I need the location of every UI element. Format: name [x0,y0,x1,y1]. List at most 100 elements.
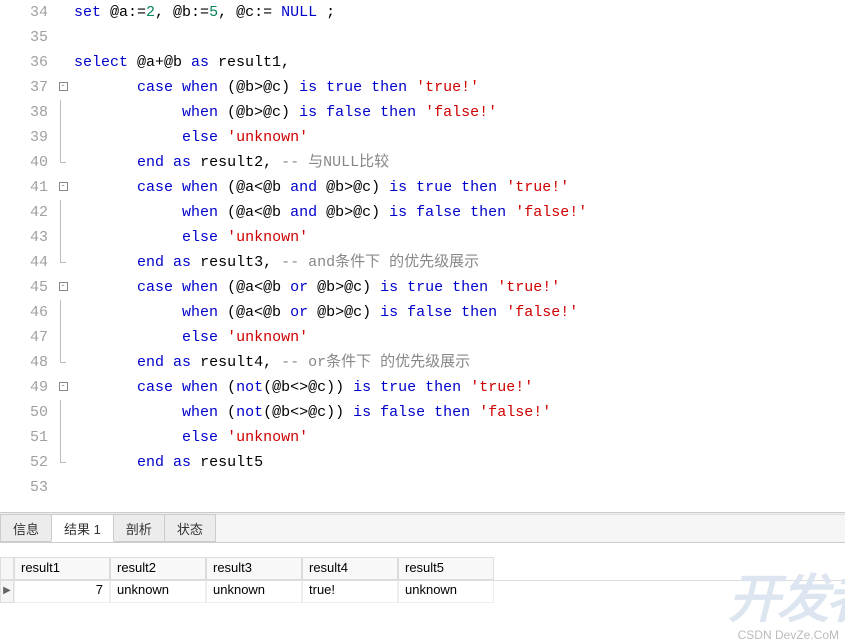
code-line[interactable]: 49- case when (not(@b<>@c)) is true then… [0,375,845,400]
code-line[interactable]: 47 else 'unknown' [0,325,845,350]
fold-gutter[interactable] [56,0,70,25]
fold-gutter[interactable] [56,250,70,275]
fold-gutter[interactable]: - [56,375,70,400]
line-number: 37 [0,75,56,100]
code-text[interactable]: end as result5 [70,450,263,475]
code-text[interactable]: when (not(@b<>@c)) is false then 'false!… [70,400,551,425]
code-text[interactable]: case when (@b>@c) is true then 'true!' [70,75,479,100]
col-header[interactable]: result2 [110,557,206,580]
code-line[interactable]: 51 else 'unknown' [0,425,845,450]
line-number: 53 [0,475,56,500]
tab-profile[interactable]: 剖析 [113,514,165,542]
code-text[interactable] [70,475,74,500]
code-line[interactable]: 44 end as result3, -- and条件下 的优先级展示 [0,250,845,275]
code-text[interactable]: end as result4, -- or条件下 的优先级展示 [70,350,470,375]
cell[interactable]: unknown [398,581,494,603]
fold-gutter[interactable] [56,450,70,475]
line-number: 36 [0,50,56,75]
code-text[interactable]: else 'unknown' [70,325,308,350]
cell[interactable]: 7 [14,581,110,603]
table-row[interactable]: ▶ 7 unknown unknown true! unknown [0,581,845,603]
fold-guide [60,200,61,225]
code-line[interactable]: 35 [0,25,845,50]
fold-guide [60,400,61,425]
fold-gutter[interactable] [56,150,70,175]
code-text[interactable]: else 'unknown' [70,125,308,150]
code-line[interactable]: 37- case when (@b>@c) is true then 'true… [0,75,845,100]
row-marker: ▶ [0,581,14,603]
fold-gutter[interactable] [56,400,70,425]
col-header[interactable]: result5 [398,557,494,580]
fold-gutter[interactable] [56,425,70,450]
code-line[interactable]: 34set @a:=2, @b:=5, @c:= NULL ; [0,0,845,25]
code-line[interactable]: 39 else 'unknown' [0,125,845,150]
fold-collapse-icon[interactable]: - [59,382,68,391]
fold-collapse-icon[interactable]: - [59,182,68,191]
code-text[interactable]: when (@a<@b and @b>@c) is false then 'fa… [70,200,587,225]
line-number: 43 [0,225,56,250]
fold-gutter[interactable]: - [56,275,70,300]
code-editor[interactable]: 34set @a:=2, @b:=5, @c:= NULL ;3536 selec… [0,0,845,512]
line-number: 52 [0,450,56,475]
cell[interactable]: unknown [206,581,302,603]
tab-info[interactable]: 信息 [0,514,52,542]
fold-collapse-icon[interactable]: - [59,82,68,91]
code-text[interactable]: end as result3, -- and条件下 的优先级展示 [70,250,479,275]
line-number: 38 [0,100,56,125]
code-line[interactable]: 43 else 'unknown' [0,225,845,250]
code-line[interactable]: 40 end as result2, -- 与NULL比较 [0,150,845,175]
code-line[interactable]: 41- case when (@a<@b and @b>@c) is true … [0,175,845,200]
code-text[interactable]: end as result2, -- 与NULL比较 [70,150,389,175]
code-line[interactable]: 38 when (@b>@c) is false then 'false!' [0,100,845,125]
line-number: 46 [0,300,56,325]
fold-gutter[interactable] [56,200,70,225]
col-header[interactable]: result1 [14,557,110,580]
line-number: 35 [0,25,56,50]
code-text[interactable]: set @a:=2, @b:=5, @c:= NULL ; [70,0,335,25]
code-text[interactable]: else 'unknown' [70,225,308,250]
fold-collapse-icon[interactable]: - [59,282,68,291]
code-line[interactable]: 45- case when (@a<@b or @b>@c) is true t… [0,275,845,300]
code-text[interactable]: select @a+@b as result1, [70,50,290,75]
fold-gutter[interactable] [56,50,70,75]
code-text[interactable]: case when (@a<@b or @b>@c) is true then … [70,275,560,300]
col-header[interactable]: result4 [302,557,398,580]
fold-guide [60,300,61,325]
fold-guide [60,125,61,150]
code-text[interactable]: when (@a<@b or @b>@c) is false then 'fal… [70,300,578,325]
code-line[interactable]: 53 [0,475,845,500]
fold-gutter[interactable] [56,300,70,325]
code-text[interactable]: else 'unknown' [70,425,308,450]
code-line[interactable]: 50 when (not(@b<>@c)) is false then 'fal… [0,400,845,425]
fold-gutter[interactable]: - [56,175,70,200]
code-text[interactable]: case when (not(@b<>@c)) is true then 'tr… [70,375,533,400]
line-number: 51 [0,425,56,450]
fold-gutter[interactable] [56,225,70,250]
code-text[interactable]: case when (@a<@b and @b>@c) is true then… [70,175,569,200]
code-line[interactable]: 48 end as result4, -- or条件下 的优先级展示 [0,350,845,375]
fold-gutter[interactable] [56,100,70,125]
fold-gutter[interactable] [56,325,70,350]
fold-gutter[interactable] [56,125,70,150]
cell[interactable]: unknown [110,581,206,603]
line-number: 44 [0,250,56,275]
tab-status[interactable]: 状态 [164,514,216,542]
tab-results[interactable]: 结果 1 [51,514,114,542]
code-text[interactable] [70,25,74,50]
line-number: 40 [0,150,56,175]
fold-gutter[interactable] [56,475,70,500]
fold-gutter[interactable] [56,350,70,375]
code-text[interactable]: when (@b>@c) is false then 'false!' [70,100,497,125]
code-line[interactable]: 36 select @a+@b as result1, [0,50,845,75]
fold-gutter[interactable] [56,25,70,50]
code-line[interactable]: 46 when (@a<@b or @b>@c) is false then '… [0,300,845,325]
code-line[interactable]: 52 end as result5 [0,450,845,475]
fold-gutter[interactable]: - [56,75,70,100]
line-number: 48 [0,350,56,375]
line-number: 42 [0,200,56,225]
fold-guide [60,325,61,350]
results-grid[interactable]: result1 result2 result3 result4 result5 … [0,557,845,603]
cell[interactable]: true! [302,581,398,603]
col-header[interactable]: result3 [206,557,302,580]
code-line[interactable]: 42 when (@a<@b and @b>@c) is false then … [0,200,845,225]
